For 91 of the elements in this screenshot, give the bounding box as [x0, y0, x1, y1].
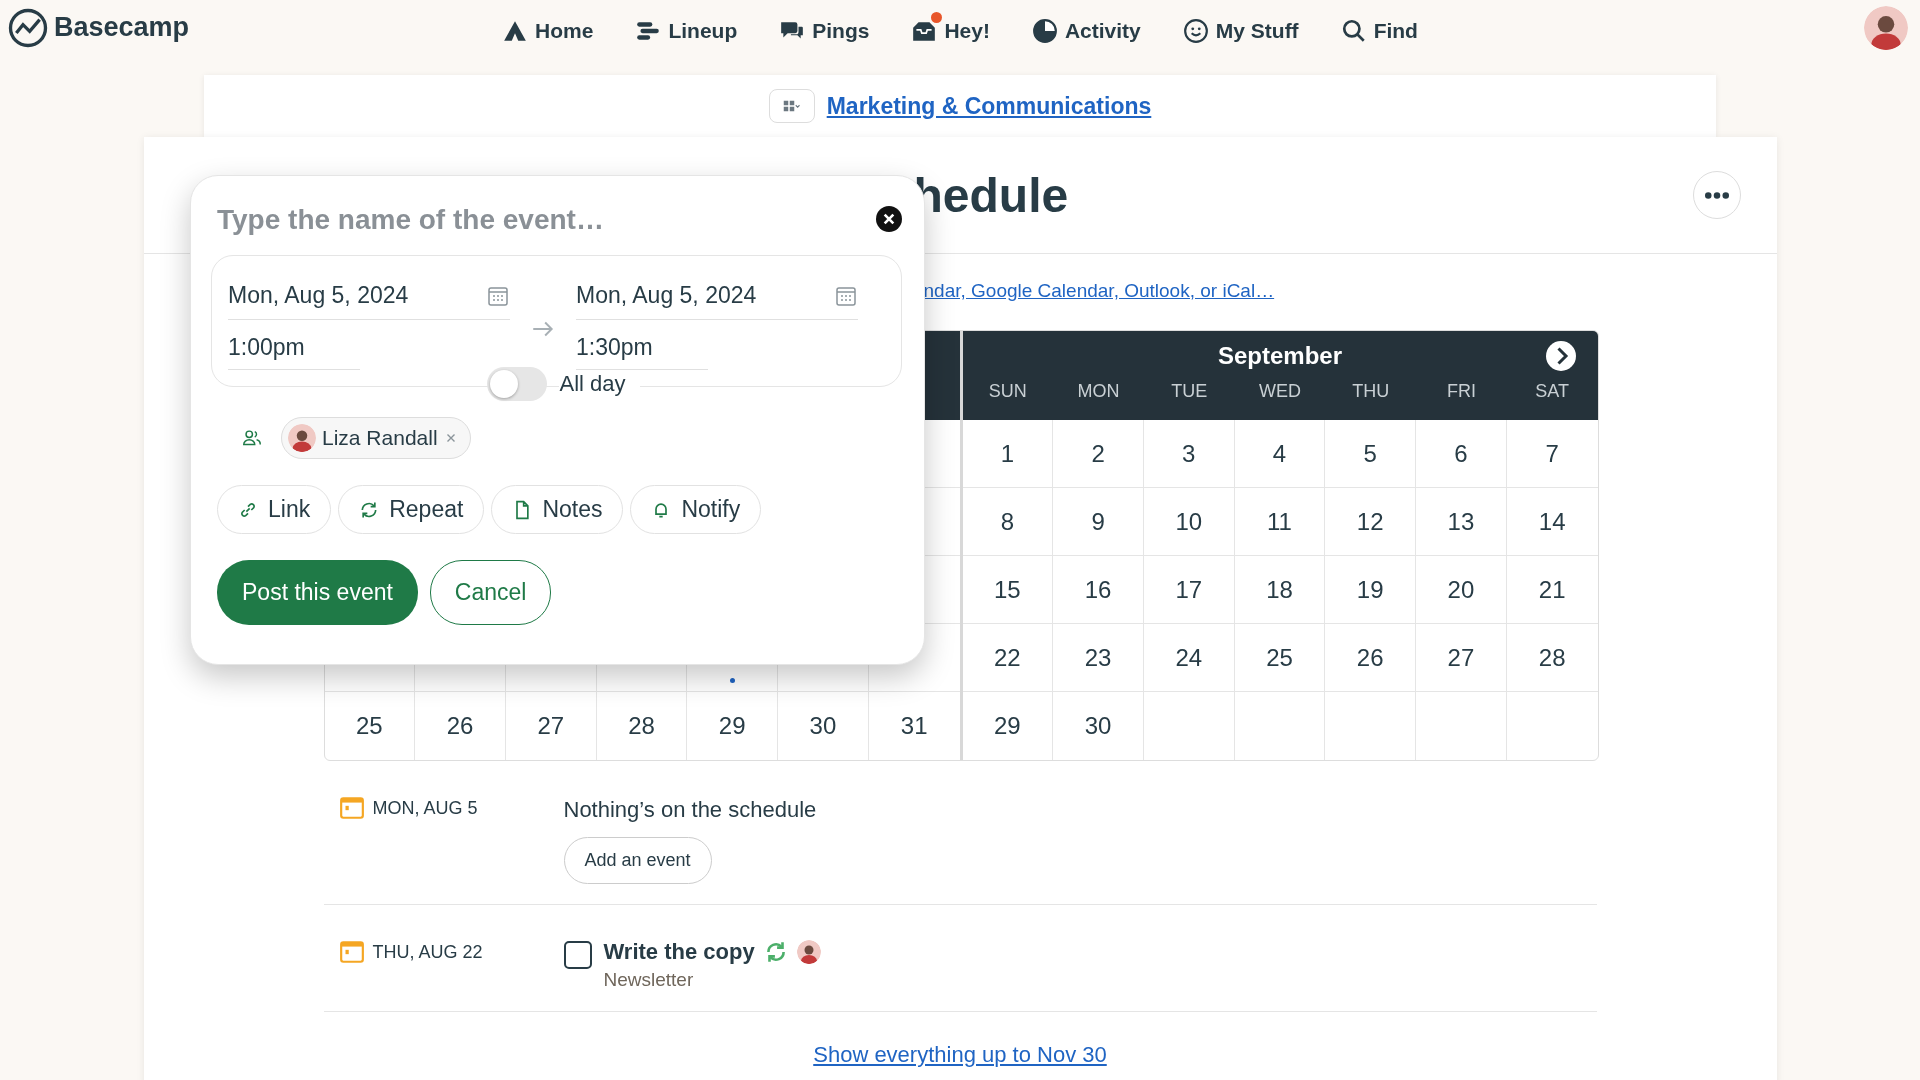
calendar-day[interactable]: 8 — [1000, 507, 1015, 536]
avatar-icon — [288, 424, 316, 452]
calendar-icon — [338, 795, 365, 821]
calendar-day[interactable]: 2 — [1091, 439, 1105, 468]
calendar-day[interactable]: 27 — [537, 712, 565, 740]
list-name: Newsletter — [603, 969, 695, 991]
all-day-toggle[interactable] — [487, 367, 548, 401]
subscribe-link[interactable]: ndar, Google Calendar, Outlook, or iCal… — [923, 280, 1275, 301]
nav-link[interactable]: Lineup — [635, 11, 738, 44]
weekday-label: WED — [1259, 381, 1301, 402]
time-field[interactable]: 1:30pm — [576, 320, 708, 370]
calendar-day[interactable]: 13 — [1447, 507, 1475, 536]
calendar-day[interactable]: 10 — [1175, 507, 1203, 536]
calendar-day[interactable]: 20 — [1447, 575, 1475, 604]
option-button[interactable]: Notify — [630, 485, 762, 534]
option-button[interactable]: Link — [217, 485, 332, 534]
calendar-day[interactable]: 24 — [1175, 643, 1203, 672]
calendar-day[interactable]: 28 — [1538, 643, 1566, 672]
person-chip[interactable]: Liza Randall — [281, 417, 471, 459]
event-dot — [730, 678, 736, 683]
todo-title[interactable]: Write the copy — [603, 939, 755, 965]
weekday-label: THU — [1352, 381, 1390, 402]
calendar-day[interactable]: 28 — [628, 712, 655, 740]
calendar-day[interactable]: 31 — [900, 712, 928, 740]
cancel-button[interactable]: Cancel — [429, 560, 552, 625]
project-link[interactable]: Marketing & Communications — [826, 92, 1152, 120]
calendar-day[interactable]: 12 — [1356, 507, 1384, 536]
time-field[interactable]: 1:00pm — [228, 320, 360, 370]
nav-link[interactable]: Activity — [1031, 11, 1141, 44]
calendar-day[interactable]: 18 — [1266, 575, 1293, 604]
calendar-day[interactable]: 22 — [994, 643, 1021, 672]
logo-icon — [8, 7, 48, 48]
calendar-day[interactable]: 25 — [356, 712, 383, 740]
nav-link[interactable]: Hey! — [911, 11, 990, 44]
calendar-day[interactable]: 3 — [1182, 439, 1196, 468]
calendar-day[interactable]: 6 — [1454, 439, 1468, 468]
calendar-day[interactable]: 5 — [1363, 439, 1377, 468]
month-title: September — [1217, 342, 1342, 370]
calendar-day[interactable]: 14 — [1538, 507, 1566, 536]
calendar-day[interactable]: 30 — [1084, 712, 1112, 740]
weekday-label: SAT — [1535, 381, 1569, 402]
more-button[interactable] — [1692, 171, 1741, 219]
pie-icon — [1031, 17, 1058, 44]
option-button[interactable]: Notes — [491, 485, 624, 534]
weekday-label: MON — [1077, 381, 1120, 402]
weekday-label: SUN — [988, 381, 1027, 402]
nav-link[interactable]: Pings — [779, 11, 870, 44]
calendar-day[interactable]: 25 — [1266, 643, 1293, 672]
weekday-label: FRI — [1446, 381, 1476, 402]
calendar-day[interactable]: 11 — [1267, 507, 1292, 536]
person-name: Liza Randall — [322, 426, 438, 450]
date-field[interactable]: Mon, Aug 5, 2024 — [576, 282, 858, 320]
show-more-link[interactable]: Show everything up to Nov 30 — [813, 1042, 1107, 1067]
calendar-day[interactable]: 1 — [1000, 439, 1015, 468]
calendar-day[interactable]: 16 — [1084, 575, 1112, 604]
avatar-icon[interactable] — [1864, 5, 1908, 50]
nav-link[interactable]: Home — [502, 11, 594, 44]
avatar-icon — [796, 940, 821, 964]
calendar-day[interactable]: 30 — [809, 712, 837, 740]
calendar-day[interactable]: 23 — [1084, 643, 1112, 672]
calendar-day[interactable]: 19 — [1356, 575, 1384, 604]
calendar-day[interactable]: 21 — [1538, 575, 1566, 604]
logo-text: Basecamp — [54, 12, 190, 43]
calendar-day[interactable]: 26 — [1356, 643, 1384, 672]
empty-message: Nothing’s on the schedule — [563, 796, 818, 824]
checkbox[interactable] — [563, 941, 592, 969]
nav-link[interactable]: Find — [1340, 11, 1418, 44]
close-icon[interactable] — [876, 206, 902, 232]
calendar-day[interactable]: 29 — [718, 712, 746, 740]
weekday-label: TUE — [1171, 381, 1208, 402]
search-icon — [1340, 17, 1367, 44]
calendar-day[interactable]: 26 — [446, 712, 474, 740]
smiley-icon — [1182, 17, 1209, 44]
nav-link[interactable]: My Stuff — [1182, 11, 1299, 44]
date-label: THU, AUG 22 — [372, 941, 483, 964]
post-button[interactable]: Post this event — [217, 560, 418, 625]
option-button[interactable]: Repeat — [338, 485, 485, 534]
project-switcher[interactable] — [768, 89, 815, 123]
next-month-icon[interactable] — [1545, 341, 1576, 371]
add-event-button[interactable]: Add an event — [563, 837, 712, 884]
calendar-day[interactable]: 4 — [1272, 439, 1287, 468]
calendar-day[interactable]: 7 — [1545, 439, 1559, 468]
date-field[interactable]: Mon, Aug 5, 2024 — [228, 282, 510, 320]
date-label: MON, AUG 5 — [372, 797, 478, 820]
calendar-day[interactable]: 15 — [994, 575, 1021, 604]
calendar-day[interactable]: 17 — [1175, 575, 1203, 604]
calendar-day[interactable]: 9 — [1091, 507, 1105, 536]
calendar-day[interactable]: 27 — [1447, 643, 1475, 672]
ellipsis-icon — [1704, 191, 1729, 199]
calendar-day[interactable]: 29 — [994, 712, 1021, 740]
calendar-icon — [338, 939, 365, 965]
